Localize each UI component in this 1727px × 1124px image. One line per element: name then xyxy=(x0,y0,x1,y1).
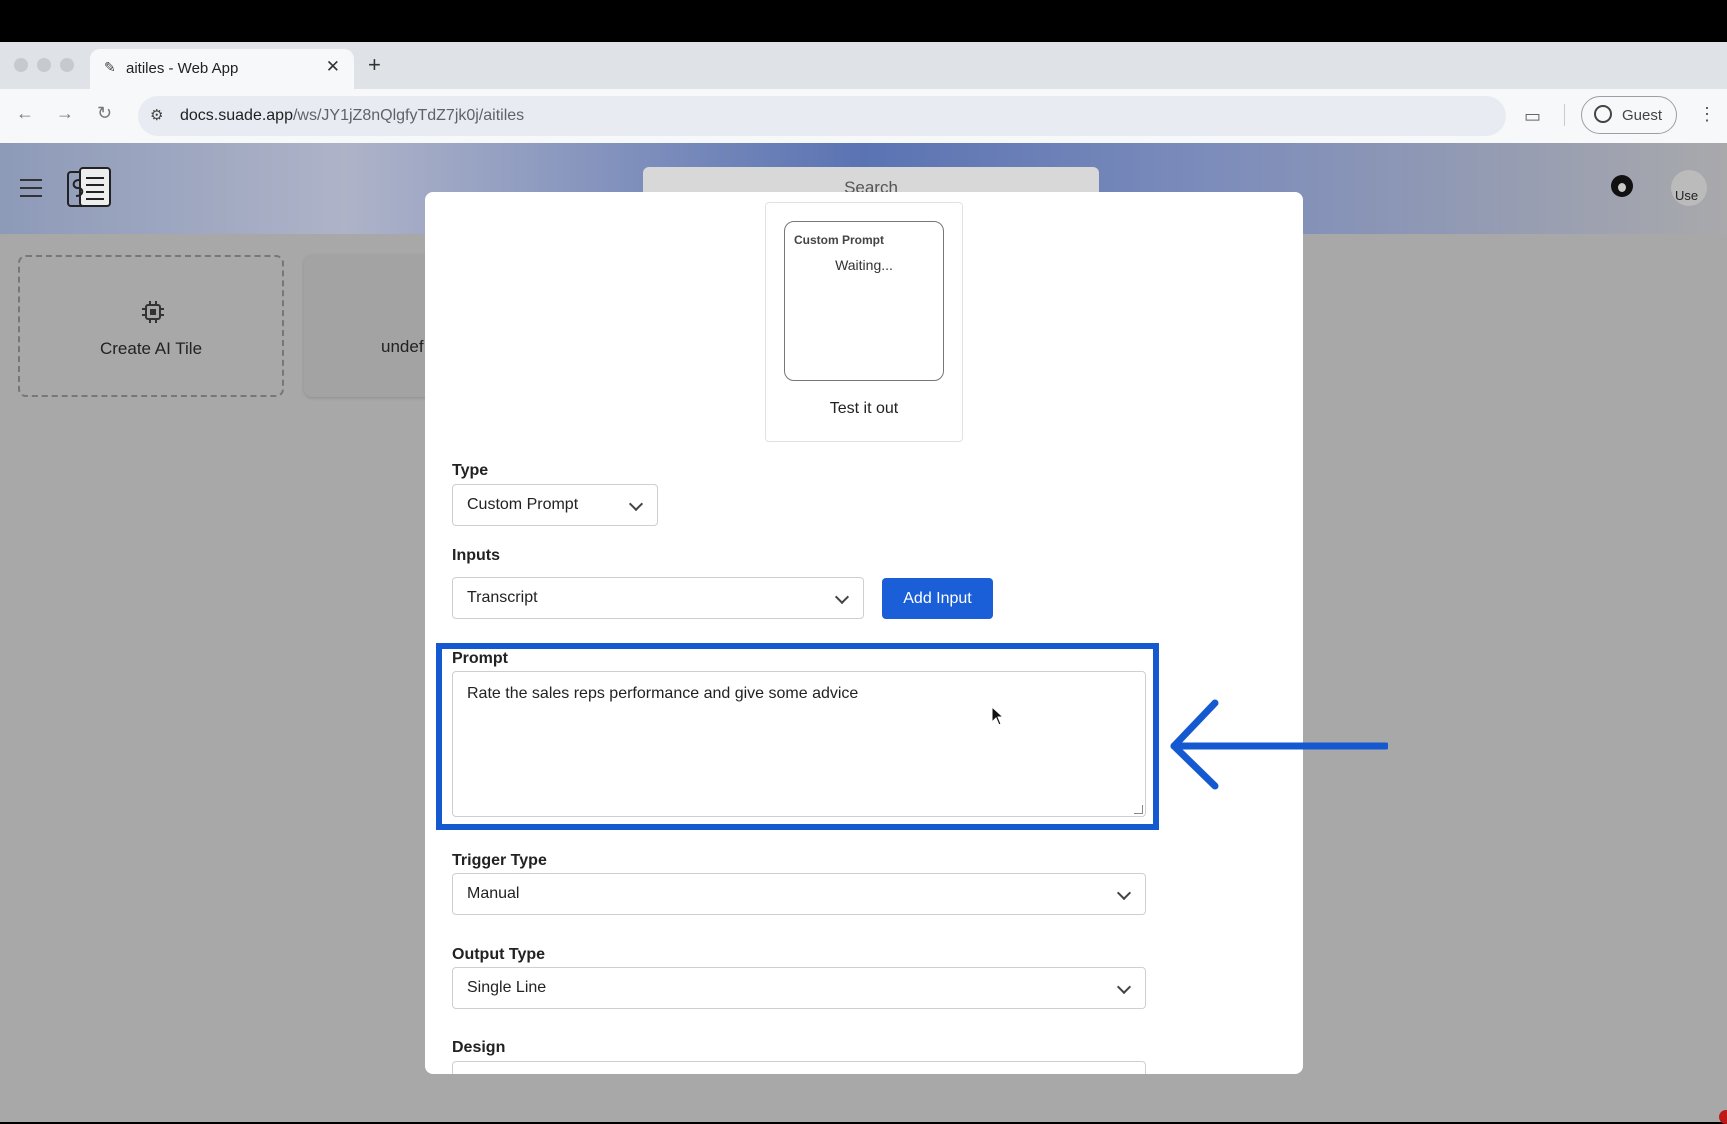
chip-icon xyxy=(142,301,164,323)
output-type-value: Single Line xyxy=(467,979,547,996)
cast-icon[interactable]: ▭ xyxy=(1524,106,1541,127)
url-path: /ws/JY1jZ8nQlgfyTdZ7jk0j/aitiles xyxy=(292,107,525,124)
resize-handle-icon[interactable] xyxy=(1134,805,1143,814)
profile-label: Guest xyxy=(1622,107,1663,124)
profile-button[interactable]: Guest xyxy=(1581,96,1677,134)
new-tab-button[interactable]: + xyxy=(368,52,381,78)
output-type-select[interactable]: Single Line xyxy=(452,967,1146,1009)
create-ai-tile-card[interactable]: Create AI Tile xyxy=(18,255,284,397)
chevron-down-icon xyxy=(1116,885,1132,901)
chevron-down-icon xyxy=(628,496,644,512)
window-maximize-button[interactable] xyxy=(60,58,74,72)
mouse-cursor-icon xyxy=(991,706,1005,726)
reload-icon[interactable]: ↻ xyxy=(97,103,112,124)
toolbar-separator xyxy=(1564,104,1565,126)
design-select[interactable] xyxy=(452,1061,1146,1074)
tab-close-icon[interactable]: ✕ xyxy=(326,57,340,77)
window-close-button[interactable] xyxy=(14,58,28,72)
chevron-down-icon xyxy=(834,589,850,605)
prompt-value: Rate the sales reps performance and give… xyxy=(467,685,859,702)
output-type-label: Output Type xyxy=(452,946,546,963)
url-host: docs.suade.app xyxy=(180,107,293,124)
back-icon[interactable]: ← xyxy=(16,103,34,124)
add-input-button[interactable]: Add Input xyxy=(882,578,993,619)
ai-tile-modal: Custom Prompt Waiting... Test it out Typ… xyxy=(425,192,1303,1074)
app-logo-icon[interactable] xyxy=(66,166,114,210)
trigger-type-select[interactable]: Manual xyxy=(452,873,1146,915)
screen-top-bar xyxy=(0,0,1727,42)
chevron-down-icon xyxy=(1116,979,1132,995)
browser-tab[interactable]: ✎ aitiles - Web App ✕ xyxy=(90,49,354,89)
window-minimize-button[interactable] xyxy=(37,58,51,72)
design-label: Design xyxy=(452,1039,506,1056)
type-select[interactable]: Custom Prompt xyxy=(452,484,658,526)
prompt-label: Prompt xyxy=(452,650,508,667)
site-settings-icon[interactable]: ⚙ xyxy=(150,106,163,124)
preview-tile-title: Custom Prompt xyxy=(794,233,884,247)
preview-tile[interactable]: Custom Prompt Waiting... xyxy=(784,221,944,381)
test-it-out-label: Test it out xyxy=(829,400,899,417)
prompt-textarea[interactable]: Rate the sales reps performance and give… xyxy=(452,671,1146,817)
type-value: Custom Prompt xyxy=(467,496,579,513)
forward-icon[interactable]: → xyxy=(56,103,74,124)
preview-tile-status: Waiting... xyxy=(835,257,893,273)
hamburger-menu-icon[interactable] xyxy=(20,179,42,203)
inputs-select[interactable]: Transcript xyxy=(452,577,864,619)
address-bar[interactable]: ⚙ docs.suade.app/ws/JY1jZ8nQlgfyTdZ7jk0j… xyxy=(138,96,1506,136)
inputs-label: Inputs xyxy=(452,547,500,564)
pen-favicon-icon: ✎ xyxy=(104,59,116,75)
tab-title: aitiles - Web App xyxy=(126,60,239,77)
profile-icon xyxy=(1594,105,1612,123)
type-label: Type xyxy=(452,462,489,479)
url-text[interactable]: docs.suade.app/ws/JY1jZ8nQlgfyTdZ7jk0j/a… xyxy=(180,107,524,125)
ai-tile-label: undef xyxy=(381,337,424,356)
annotation-arrow-icon xyxy=(1170,699,1388,790)
user-avatar[interactable]: Use xyxy=(1671,170,1707,206)
avatar-alt-text: Use xyxy=(1675,188,1699,203)
inputs-value: Transcript xyxy=(467,589,538,606)
create-ai-tile-label: Create AI Tile xyxy=(99,339,203,358)
tile-preview: Custom Prompt Waiting... Test it out xyxy=(765,202,963,442)
trigger-type-label: Trigger Type xyxy=(452,852,547,869)
trigger-type-value: Manual xyxy=(467,885,520,902)
browser-menu-icon[interactable]: ⋮ xyxy=(1698,104,1716,125)
flame-icon[interactable] xyxy=(1611,175,1633,197)
